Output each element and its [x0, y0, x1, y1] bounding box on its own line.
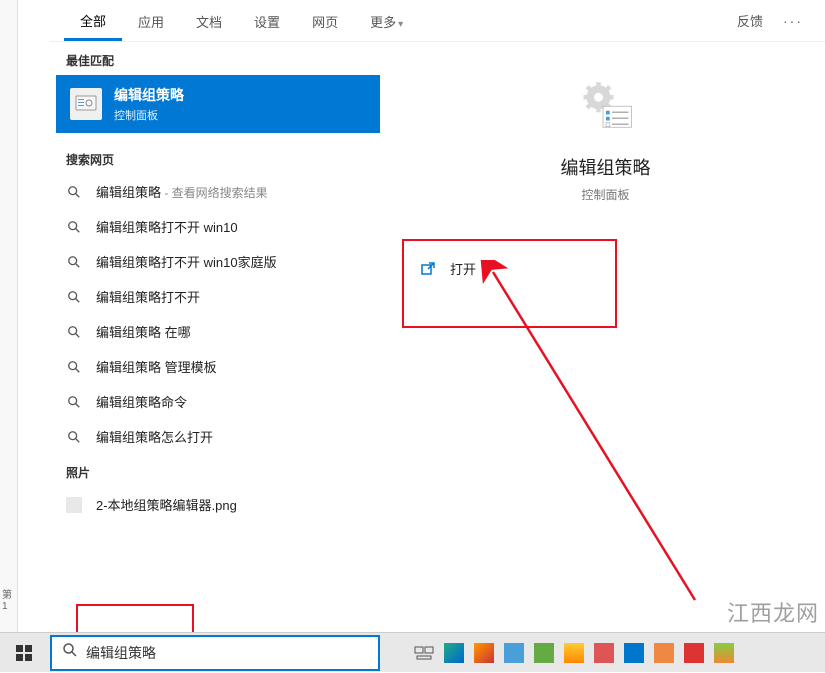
open-label: 打开 [450, 259, 476, 278]
gpedit-icon [70, 88, 102, 120]
web-result-item[interactable]: 编辑组策略打不开 win10 [50, 209, 386, 244]
search-icon [66, 289, 82, 305]
tab-more[interactable]: 更多▾ [354, 2, 419, 39]
app-icon-3[interactable] [500, 639, 528, 667]
preview-panel: 编辑组策略 控制面板 打开 [386, 42, 825, 632]
search-flyout: 全部 应用 文档 设置 网页 更多▾ 反馈 ··· 最佳匹配 编辑组策略 控制面… [50, 0, 825, 632]
start-button[interactable] [0, 633, 48, 673]
action-highlight-box: 打开 [402, 239, 617, 328]
result-text: 编辑组策略怎么打开 [96, 427, 213, 446]
page-indicator: 第 1 [2, 586, 17, 612]
result-text: 编辑组策略 管理模板 [96, 357, 217, 376]
best-match-subtitle: 控制面板 [114, 107, 184, 123]
search-icon [66, 429, 82, 445]
search-icon [66, 394, 82, 410]
result-text: 编辑组策略 在哪 [96, 322, 191, 341]
preview-title: 编辑组策略 [561, 154, 651, 180]
web-result-item[interactable]: 编辑组策略 - 查看网络搜索结果 [50, 174, 386, 209]
search-icon [66, 254, 82, 270]
taskbar [0, 632, 825, 672]
web-result-item[interactable]: 编辑组策略打不开 win10家庭版 [50, 244, 386, 279]
tab-docs[interactable]: 文档 [180, 2, 238, 39]
chevron-down-icon: ▾ [398, 19, 403, 30]
editor-gutter: 第 1 [0, 0, 18, 672]
web-result-item[interactable]: 编辑组策略 在哪 [50, 314, 386, 349]
web-result-item[interactable]: 编辑组策略命令 [50, 384, 386, 419]
feedback-link[interactable]: 反馈 [725, 11, 775, 30]
photo-filename: 2-本地组策略编辑器.png [96, 495, 237, 514]
results-panel: 最佳匹配 编辑组策略 控制面板 搜索网页 编辑组策略 - 查看网络搜索结果编辑组… [50, 42, 386, 632]
open-action[interactable]: 打开 [420, 259, 599, 278]
open-icon [420, 261, 436, 277]
search-tabs: 全部 应用 文档 设置 网页 更多▾ 反馈 ··· [50, 0, 825, 42]
search-input[interactable] [86, 645, 368, 661]
search-icon [66, 359, 82, 375]
result-text: 编辑组策略 - 查看网络搜索结果 [96, 182, 268, 201]
search-icon [66, 219, 82, 235]
preview-subtitle: 控制面板 [581, 186, 629, 203]
search-icon [66, 184, 82, 200]
tab-all[interactable]: 全部 [64, 1, 122, 41]
windows-logo-icon [16, 645, 32, 661]
web-result-item[interactable]: 编辑组策略怎么打开 [50, 419, 386, 454]
result-text: 编辑组策略命令 [96, 392, 187, 411]
app-icon-8[interactable] [650, 639, 678, 667]
app-icon-1[interactable] [440, 639, 468, 667]
app-icon-7[interactable] [620, 639, 648, 667]
preview-app-icon [566, 72, 646, 142]
app-icon-4[interactable] [530, 639, 558, 667]
watermark: 江西龙网 [727, 596, 819, 628]
app-icon-5[interactable] [560, 639, 588, 667]
web-result-item[interactable]: 编辑组策略打不开 [50, 279, 386, 314]
best-match-title: 编辑组策略 [114, 85, 184, 105]
search-icon [66, 324, 82, 340]
app-icon-10[interactable] [710, 639, 738, 667]
tab-web[interactable]: 网页 [296, 2, 354, 39]
image-icon [66, 497, 82, 513]
taskbar-pinned-apps [410, 639, 738, 667]
best-match-item[interactable]: 编辑组策略 控制面板 [56, 75, 380, 133]
result-text: 编辑组策略打不开 [96, 287, 200, 306]
best-match-header: 最佳匹配 [50, 42, 386, 75]
result-text: 编辑组策略打不开 win10 [96, 217, 238, 236]
result-text: 编辑组策略打不开 win10家庭版 [96, 252, 277, 271]
app-icon-2[interactable] [470, 639, 498, 667]
photos-header: 照片 [50, 454, 386, 487]
task-view-icon[interactable] [410, 639, 438, 667]
web-search-header: 搜索网页 [50, 141, 386, 174]
tab-apps[interactable]: 应用 [122, 2, 180, 39]
app-icon-9[interactable] [680, 639, 708, 667]
photo-result-item[interactable]: 2-本地组策略编辑器.png [50, 487, 386, 522]
search-icon [62, 642, 78, 663]
web-result-item[interactable]: 编辑组策略 管理模板 [50, 349, 386, 384]
more-options-icon[interactable]: ··· [775, 13, 811, 29]
tab-settings[interactable]: 设置 [238, 2, 296, 39]
app-icon-6[interactable] [590, 639, 618, 667]
taskbar-search-box[interactable] [50, 635, 380, 671]
